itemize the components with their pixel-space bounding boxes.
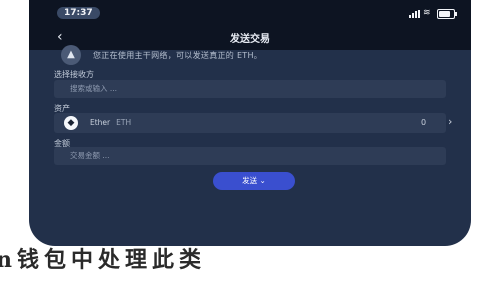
notice-text: 您正在使用主干网络，可以发送真正的 ETH。 <box>93 50 263 60</box>
asset-select[interactable]: ◆ Ether ETH 0 › <box>54 113 452 133</box>
amount-input[interactable]: 交易金额 ... <box>54 147 446 165</box>
asset-balance: 0 <box>421 118 427 127</box>
signal-icon <box>409 10 420 18</box>
status-time: 17:37 <box>57 7 100 19</box>
battery-icon <box>437 9 457 19</box>
asset-name: Ether <box>90 118 111 127</box>
chevron-right-icon: › <box>448 115 453 128</box>
send-button[interactable]: 发送 ⌄ <box>213 172 295 190</box>
caption-text: n钱包中处理此类 <box>0 247 206 273</box>
send-button-label: 发送 <box>242 176 258 185</box>
warning-triangle-icon: ▲ <box>61 45 81 65</box>
page-title: 发送交易 <box>230 34 270 45</box>
recipient-input[interactable]: 搜索或输入 ... <box>54 80 446 98</box>
chevron-down-icon: ⌄ <box>259 176 266 185</box>
ethereum-icon: ◆ <box>64 116 78 130</box>
network-notice: ▲ 您正在使用主干网络，可以发送真正的 ETH。 <box>59 44 451 66</box>
recipient-label: 选择接收方 <box>54 70 94 79</box>
wifi-icon: ≋ <box>423 8 431 18</box>
status-bar: 17:37 ≋ <box>29 0 471 26</box>
phone-screen: 17:37 ≋ ‹ 发送交易 ▲ 您正在使用主干网络，可以发送真正的 ETH。 … <box>29 0 471 246</box>
asset-symbol: ETH <box>116 118 132 127</box>
